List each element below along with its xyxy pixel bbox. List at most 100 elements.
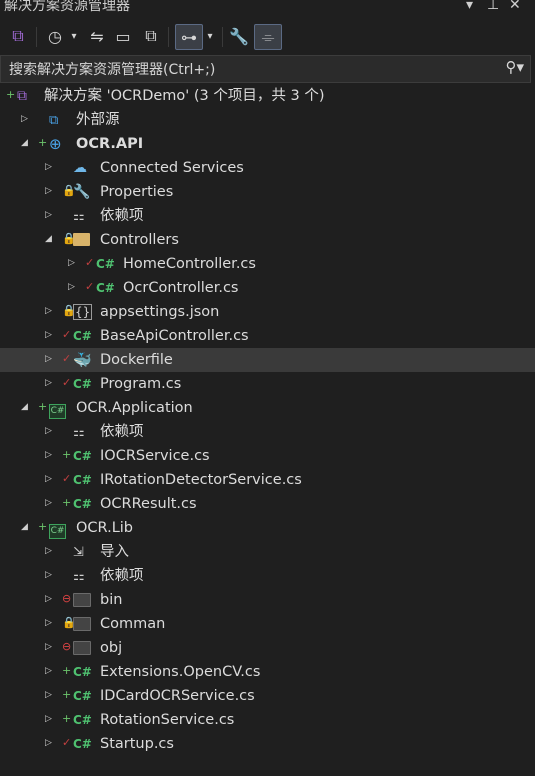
- web-project-icon: ⊕: [49, 135, 62, 153]
- expand-arrow-icon[interactable]: ▷: [45, 737, 55, 749]
- tree-item[interactable]: ▷ ⊖ obj: [0, 636, 535, 660]
- csharp-project-icon: C#: [49, 519, 69, 539]
- tree-item[interactable]: ▷ ✓ C# BaseApiController.cs: [0, 324, 535, 348]
- tree-item[interactable]: + ⧉ 解决方案 'OCRDemo' (3 个项目，共 3 个): [0, 84, 535, 108]
- csharp-file-icon: C#: [96, 281, 115, 295]
- tree-item[interactable]: ◢ + ⊕ OCR.API: [0, 132, 535, 156]
- csharp-file-icon: C#: [73, 689, 92, 703]
- tree-item-label: HomeController.cs: [123, 256, 256, 272]
- collapse-arrow-icon[interactable]: ◢: [21, 401, 31, 413]
- tree-item-label: Program.cs: [100, 376, 182, 392]
- tree-item-label: 依赖项: [100, 424, 144, 440]
- expand-arrow-icon[interactable]: ▷: [45, 569, 55, 581]
- copy-icon[interactable]: ⧉: [140, 24, 162, 48]
- preview-icon[interactable]: ⌯: [254, 24, 282, 50]
- tree-item-label: IRotationDetectorService.cs: [100, 472, 302, 488]
- expand-arrow-icon[interactable]: ▷: [45, 641, 55, 653]
- dependencies-icon: ⚏: [73, 425, 85, 440]
- tree-item[interactable]: ▷ 🔒 Comman: [0, 612, 535, 636]
- history-dropdown-icon[interactable]: ▾: [68, 24, 80, 48]
- expand-arrow-icon[interactable]: ▷: [45, 185, 55, 197]
- expand-arrow-icon[interactable]: ▷: [45, 617, 55, 629]
- external-sources-icon: ⧉: [49, 113, 59, 128]
- show-all-files-icon[interactable]: ⊶: [175, 24, 203, 50]
- tree-item-label: 导入: [100, 544, 129, 560]
- search-input[interactable]: [7, 59, 471, 81]
- tree-item-label: Controllers: [100, 232, 179, 248]
- tree-item[interactable]: ▷ ✓ C# HomeController.cs: [0, 252, 535, 276]
- tree-item[interactable]: ▷ ✓ C# Startup.cs: [0, 732, 535, 756]
- tree-item-label: IOCRService.cs: [100, 448, 210, 464]
- collapse-arrow-icon[interactable]: ◢: [45, 233, 55, 245]
- search-box: ⚲▾: [0, 55, 531, 83]
- tree-item[interactable]: ◢ + C# OCR.Application: [0, 396, 535, 420]
- expand-arrow-icon[interactable]: ▷: [45, 473, 55, 485]
- csharp-file-icon: C#: [73, 473, 92, 487]
- tree-item[interactable]: ▷ ✓ C# OcrController.cs: [0, 276, 535, 300]
- expand-arrow-icon[interactable]: ▷: [68, 257, 78, 269]
- tree-item[interactable]: ▷ ⚏ 依赖项: [0, 564, 535, 588]
- sync-icon[interactable]: ⇋: [86, 24, 108, 48]
- csharp-file-icon: C#: [73, 665, 92, 679]
- tree-item[interactable]: ▷ ☁ Connected Services: [0, 156, 535, 180]
- tree-item[interactable]: ▷ ⚏ 依赖项: [0, 204, 535, 228]
- tree-item-label: BaseApiController.cs: [100, 328, 249, 344]
- tree-item-label: 解决方案 'OCRDemo' (3 个项目，共 3 个): [44, 88, 325, 104]
- tree-item[interactable]: ▷ + C# IOCRService.cs: [0, 444, 535, 468]
- tree-item[interactable]: ▷ 🔒{} appsettings.json: [0, 300, 535, 324]
- tree-item[interactable]: ▷ + C# IDCardOCRService.cs: [0, 684, 535, 708]
- expand-arrow-icon[interactable]: ▷: [68, 281, 78, 293]
- collapse-arrow-icon[interactable]: ◢: [21, 137, 31, 149]
- dependencies-icon: ⚏: [73, 569, 85, 584]
- tree-item[interactable]: ◢ 🔒 Controllers: [0, 228, 535, 252]
- expand-arrow-icon[interactable]: ▷: [45, 689, 55, 701]
- expand-arrow-icon[interactable]: ▷: [45, 377, 55, 389]
- search-icon[interactable]: ⚲▾: [505, 58, 524, 76]
- csharp-file-icon: C#: [96, 257, 115, 271]
- tree-item[interactable]: ▷ ⊖ bin: [0, 588, 535, 612]
- collapse-arrow-icon[interactable]: ◢: [21, 521, 31, 533]
- tree-item[interactable]: ▷ + C# Extensions.OpenCV.cs: [0, 660, 535, 684]
- tree-item[interactable]: ▷ ⚏ 依赖项: [0, 420, 535, 444]
- tree-item[interactable]: ▷ ✓ 🐳 Dockerfile: [0, 348, 535, 372]
- tree-item[interactable]: ▷ ⇲ 导入: [0, 540, 535, 564]
- expand-arrow-icon[interactable]: ▷: [45, 497, 55, 509]
- dropdown-icon[interactable]: ▾: [466, 0, 473, 12]
- tree-item-label: OCRResult.cs: [100, 496, 197, 512]
- vs-solution-icon[interactable]: ⧉: [6, 24, 30, 48]
- import-icon: ⇲: [73, 545, 84, 560]
- expand-arrow-icon[interactable]: ▷: [45, 593, 55, 605]
- tree-item[interactable]: ▷ ✓ C# IRotationDetectorService.cs: [0, 468, 535, 492]
- expand-arrow-icon[interactable]: ▷: [45, 545, 55, 557]
- expand-arrow-icon[interactable]: ▷: [45, 353, 55, 365]
- expand-arrow-icon[interactable]: ▷: [45, 425, 55, 437]
- properties-icon: 🔧: [73, 184, 91, 200]
- docker-icon: 🐳: [73, 351, 92, 369]
- filter-dropdown-icon[interactable]: ▾: [204, 24, 216, 48]
- tree-item[interactable]: ▷ ✓ C# Program.cs: [0, 372, 535, 396]
- tree-item[interactable]: ▷ ⧉ 外部源: [0, 108, 535, 132]
- wrench-icon[interactable]: 🔧: [228, 24, 250, 48]
- csharp-file-icon: C#: [73, 377, 92, 391]
- expand-arrow-icon[interactable]: ▷: [45, 329, 55, 341]
- tree-item-label: bin: [100, 592, 123, 608]
- tree-item[interactable]: ▷ + C# RotationService.cs: [0, 708, 535, 732]
- history-icon[interactable]: ◷: [44, 24, 66, 48]
- expand-arrow-icon[interactable]: ▷: [45, 209, 55, 221]
- expand-arrow-icon[interactable]: ▷: [45, 449, 55, 461]
- pin-icon[interactable]: ⊥: [487, 0, 499, 12]
- expand-arrow-icon[interactable]: ▷: [45, 161, 55, 173]
- tree-item[interactable]: ◢ + C# OCR.Lib: [0, 516, 535, 540]
- expand-arrow-icon[interactable]: ▷: [45, 713, 55, 725]
- expand-arrow-icon[interactable]: ▷: [45, 305, 55, 317]
- tree-item-label: Extensions.OpenCV.cs: [100, 664, 261, 680]
- tree-item[interactable]: ▷ 🔒 🔧 Properties: [0, 180, 535, 204]
- expand-arrow-icon[interactable]: ▷: [21, 113, 31, 125]
- csharp-file-icon: C#: [73, 449, 92, 463]
- tree-item[interactable]: ▷ + C# OCRResult.cs: [0, 492, 535, 516]
- tree-item-label: 依赖项: [100, 208, 144, 224]
- expand-arrow-icon[interactable]: ▷: [45, 665, 55, 677]
- folder-icon: [73, 615, 93, 633]
- close-icon[interactable]: ✕: [509, 0, 521, 12]
- collapse-all-icon[interactable]: ▭: [112, 24, 134, 48]
